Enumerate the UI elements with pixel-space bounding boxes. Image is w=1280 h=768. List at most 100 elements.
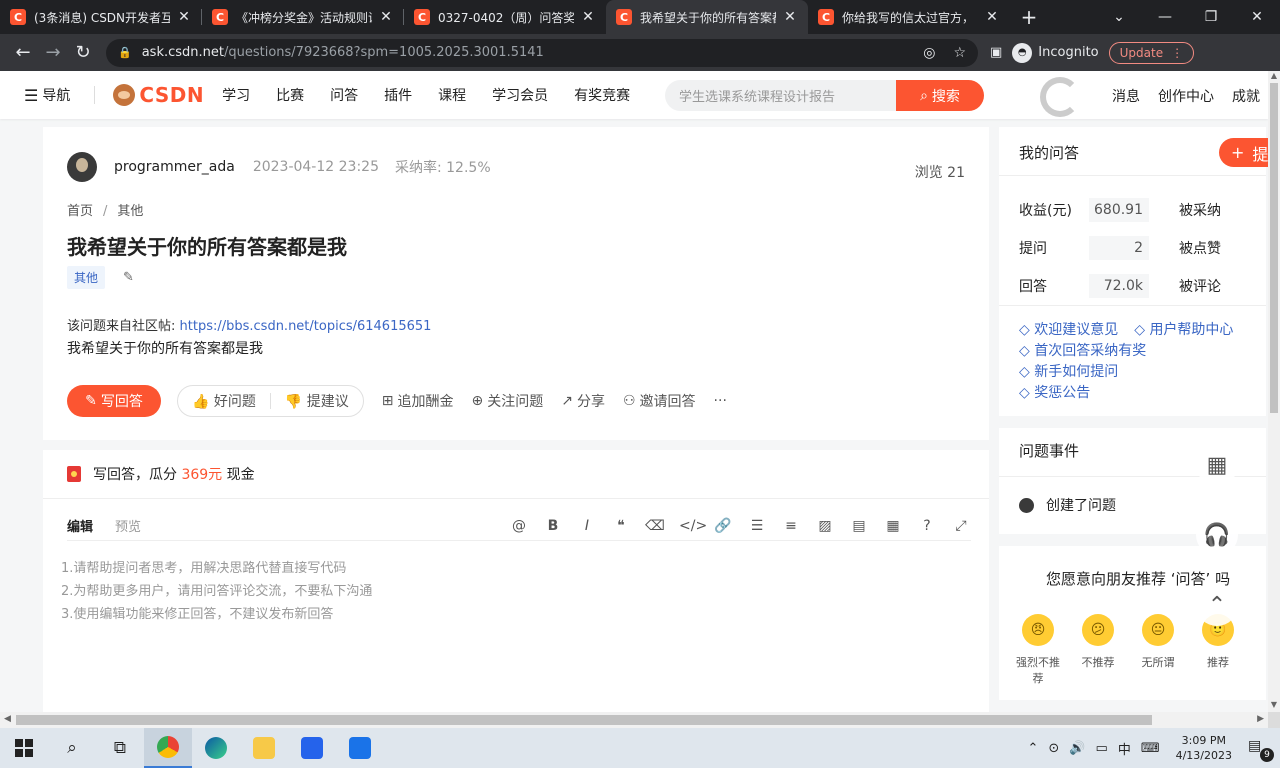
csdn-logo[interactable]: CSDN	[113, 83, 204, 107]
image-icon[interactable]: ▨	[815, 518, 835, 534]
breadcrumb-home[interactable]: 首页	[67, 204, 93, 219]
update-button[interactable]: Update ⋮	[1108, 41, 1195, 64]
sidebar-toggle-icon[interactable]: ▣	[990, 45, 1002, 60]
suggest-button[interactable]: 👎 提建议	[285, 391, 349, 411]
messages-link[interactable]: 消息	[1112, 86, 1140, 106]
display-icon[interactable]: ▭	[1096, 741, 1108, 756]
answer-editor[interactable]: 1.请帮助提问者思考，用解决思路代替直接写代码 2.为帮助更多用户，请用问答评论…	[61, 557, 372, 626]
tab-edit[interactable]: 编辑	[67, 516, 93, 535]
close-tab-icon[interactable]: ✕	[378, 9, 394, 25]
back-to-top-icon[interactable]: ⌃	[1196, 584, 1238, 626]
chevron-down-icon[interactable]: ⌄	[1096, 0, 1142, 34]
numbered-list-icon[interactable]: ≡	[781, 518, 801, 534]
restore-button[interactable]: ❐	[1188, 0, 1234, 34]
link-first-answer[interactable]: ◇ 首次回答采纳有奖	[1019, 341, 1233, 362]
close-tab-icon[interactable]: ✕	[984, 9, 1000, 25]
menu-item-course[interactable]: 课程	[438, 85, 466, 105]
write-answer-button[interactable]: ✎ 写回答	[67, 385, 161, 417]
close-tab-icon[interactable]: ✕	[782, 9, 798, 25]
code-icon[interactable]: </>	[679, 518, 707, 534]
more-actions-button[interactable]: ···	[714, 393, 727, 409]
file-explorer-icon[interactable]	[240, 728, 288, 768]
menu-item-member[interactable]: 学习会员	[492, 85, 548, 105]
user-avatar[interactable]	[1040, 77, 1080, 117]
menu-item-learn[interactable]: 学习	[222, 85, 250, 105]
incognito-indicator[interactable]: ◓ Incognito	[1012, 42, 1099, 63]
mention-icon[interactable]: @	[509, 518, 529, 534]
link-how-to-ask[interactable]: ◇ 新手如何提问	[1019, 362, 1233, 383]
bullet-list-icon[interactable]: ☰	[747, 518, 767, 534]
search-icon[interactable]: ⌕	[48, 728, 96, 768]
link-icon[interactable]: 🔗	[713, 518, 733, 534]
clear-format-icon[interactable]: ⌫	[645, 518, 665, 534]
chrome-icon[interactable]	[144, 728, 192, 768]
horizontal-scrollbar[interactable]: ◀ ▶	[0, 712, 1268, 728]
eye-off-icon[interactable]: ◎	[923, 45, 935, 61]
menu-item-qa[interactable]: 问答	[330, 85, 358, 105]
question-tag[interactable]: 其他	[67, 266, 106, 289]
rating-not-recommend[interactable]: 😕 不推荐	[1075, 614, 1121, 686]
start-button[interactable]	[0, 728, 48, 768]
close-tab-icon[interactable]: ✕	[176, 9, 192, 25]
store-icon[interactable]	[288, 728, 336, 768]
help-icon[interactable]: ?	[917, 518, 937, 534]
author-name[interactable]: programmer_ada	[114, 159, 235, 175]
headset-icon[interactable]: 🎧	[1196, 514, 1238, 556]
source-link[interactable]: https://bbs.csdn.net/topics/614615651	[180, 319, 432, 334]
search-input[interactable]: 学生选课系统课程设计报告	[665, 80, 896, 111]
close-window-button[interactable]: ✕	[1234, 0, 1280, 34]
url-input[interactable]: 🔒 ask.csdn.net/questions/7923668?spm=100…	[106, 38, 978, 67]
vertical-scrollbar[interactable]: ▲ ▼	[1268, 71, 1280, 712]
chevron-up-icon[interactable]: ⌃	[1028, 741, 1039, 756]
clock[interactable]: 3:09 PM 4/13/2023	[1176, 733, 1232, 763]
forward-button[interactable]: →	[38, 38, 68, 68]
link-help-center[interactable]: ◇ 用户帮助中心	[1134, 320, 1233, 341]
new-tab-button[interactable]: +	[1010, 0, 1048, 34]
menu-item-prize[interactable]: 有奖竞赛	[574, 85, 630, 105]
tab-preview[interactable]: 预览	[115, 516, 141, 535]
browser-tab[interactable]: C《冲榜分奖金》活动规则说明✕	[202, 0, 404, 34]
volume-icon[interactable]: 🔊	[1069, 741, 1085, 756]
menu-item-contest[interactable]: 比赛	[276, 85, 304, 105]
italic-icon[interactable]: I	[577, 518, 597, 534]
browser-tab[interactable]: C (3条消息) CSDN开发者互助 ✕	[0, 0, 202, 34]
invite-answer-button[interactable]: ⚇ 邀请回答	[623, 391, 696, 411]
add-bounty-button[interactable]: ⊞ 追加酬金	[382, 391, 454, 411]
fullscreen-icon[interactable]: ⤢	[951, 518, 971, 534]
quote-icon[interactable]: ❝	[611, 518, 631, 534]
bold-icon[interactable]: B	[543, 518, 563, 534]
qrcode-icon[interactable]: ▦	[1196, 444, 1238, 486]
lock-icon[interactable]: 🔒	[118, 46, 132, 59]
browser-tab-active[interactable]: C 我希望关于你的所有答案都 ✕	[606, 0, 808, 34]
code-block-icon[interactable]: ▤	[849, 518, 869, 534]
ask-question-button[interactable]: + 提	[1219, 138, 1268, 167]
ime-indicator[interactable]: 中	[1118, 739, 1131, 758]
back-button[interactable]: ←	[8, 38, 38, 68]
good-question-button[interactable]: 👍 好问题	[192, 391, 256, 411]
follow-question-button[interactable]: ⊕ 关注问题	[472, 391, 544, 411]
author-avatar[interactable]	[67, 152, 97, 182]
close-tab-icon[interactable]: ✕	[580, 9, 596, 25]
edit-icon[interactable]: ✎	[123, 270, 134, 285]
task-view-icon[interactable]: ⧉	[96, 728, 144, 768]
creator-center-link[interactable]: 创作中心	[1158, 86, 1214, 106]
link-rewards-notice[interactable]: ◇ 奖惩公告	[1019, 383, 1233, 404]
link-feedback[interactable]: ◇ 欢迎建议意见	[1019, 320, 1118, 341]
meet-icon[interactable]: ⊙	[1048, 741, 1059, 756]
edge-icon[interactable]	[192, 728, 240, 768]
nav-menu-button[interactable]: ☰ 导航	[24, 85, 70, 105]
browser-tab[interactable]: C 0327-0402（周）问答奖金 ✕	[404, 0, 606, 34]
minimize-button[interactable]: —	[1142, 0, 1188, 34]
rating-neutral[interactable]: 😐 无所谓	[1135, 614, 1181, 686]
mail-icon[interactable]	[336, 728, 384, 768]
browser-tab[interactable]: C 你给我写的信太过官方， ✕	[808, 0, 1010, 34]
achievements-link[interactable]: 成就	[1232, 86, 1260, 106]
rating-strongly-not-recommend[interactable]: 😠 强烈不推荐	[1015, 614, 1061, 686]
table-icon[interactable]: ▦	[883, 518, 903, 534]
reload-button[interactable]: ↻	[68, 38, 98, 68]
menu-item-plugin[interactable]: 插件	[384, 85, 412, 105]
search-button[interactable]: ⌕ 搜索	[896, 80, 984, 111]
keyboard-icon[interactable]: ⌨	[1141, 741, 1160, 756]
share-button[interactable]: ↗ 分享	[561, 391, 605, 411]
breadcrumb-category[interactable]: 其他	[117, 204, 143, 219]
